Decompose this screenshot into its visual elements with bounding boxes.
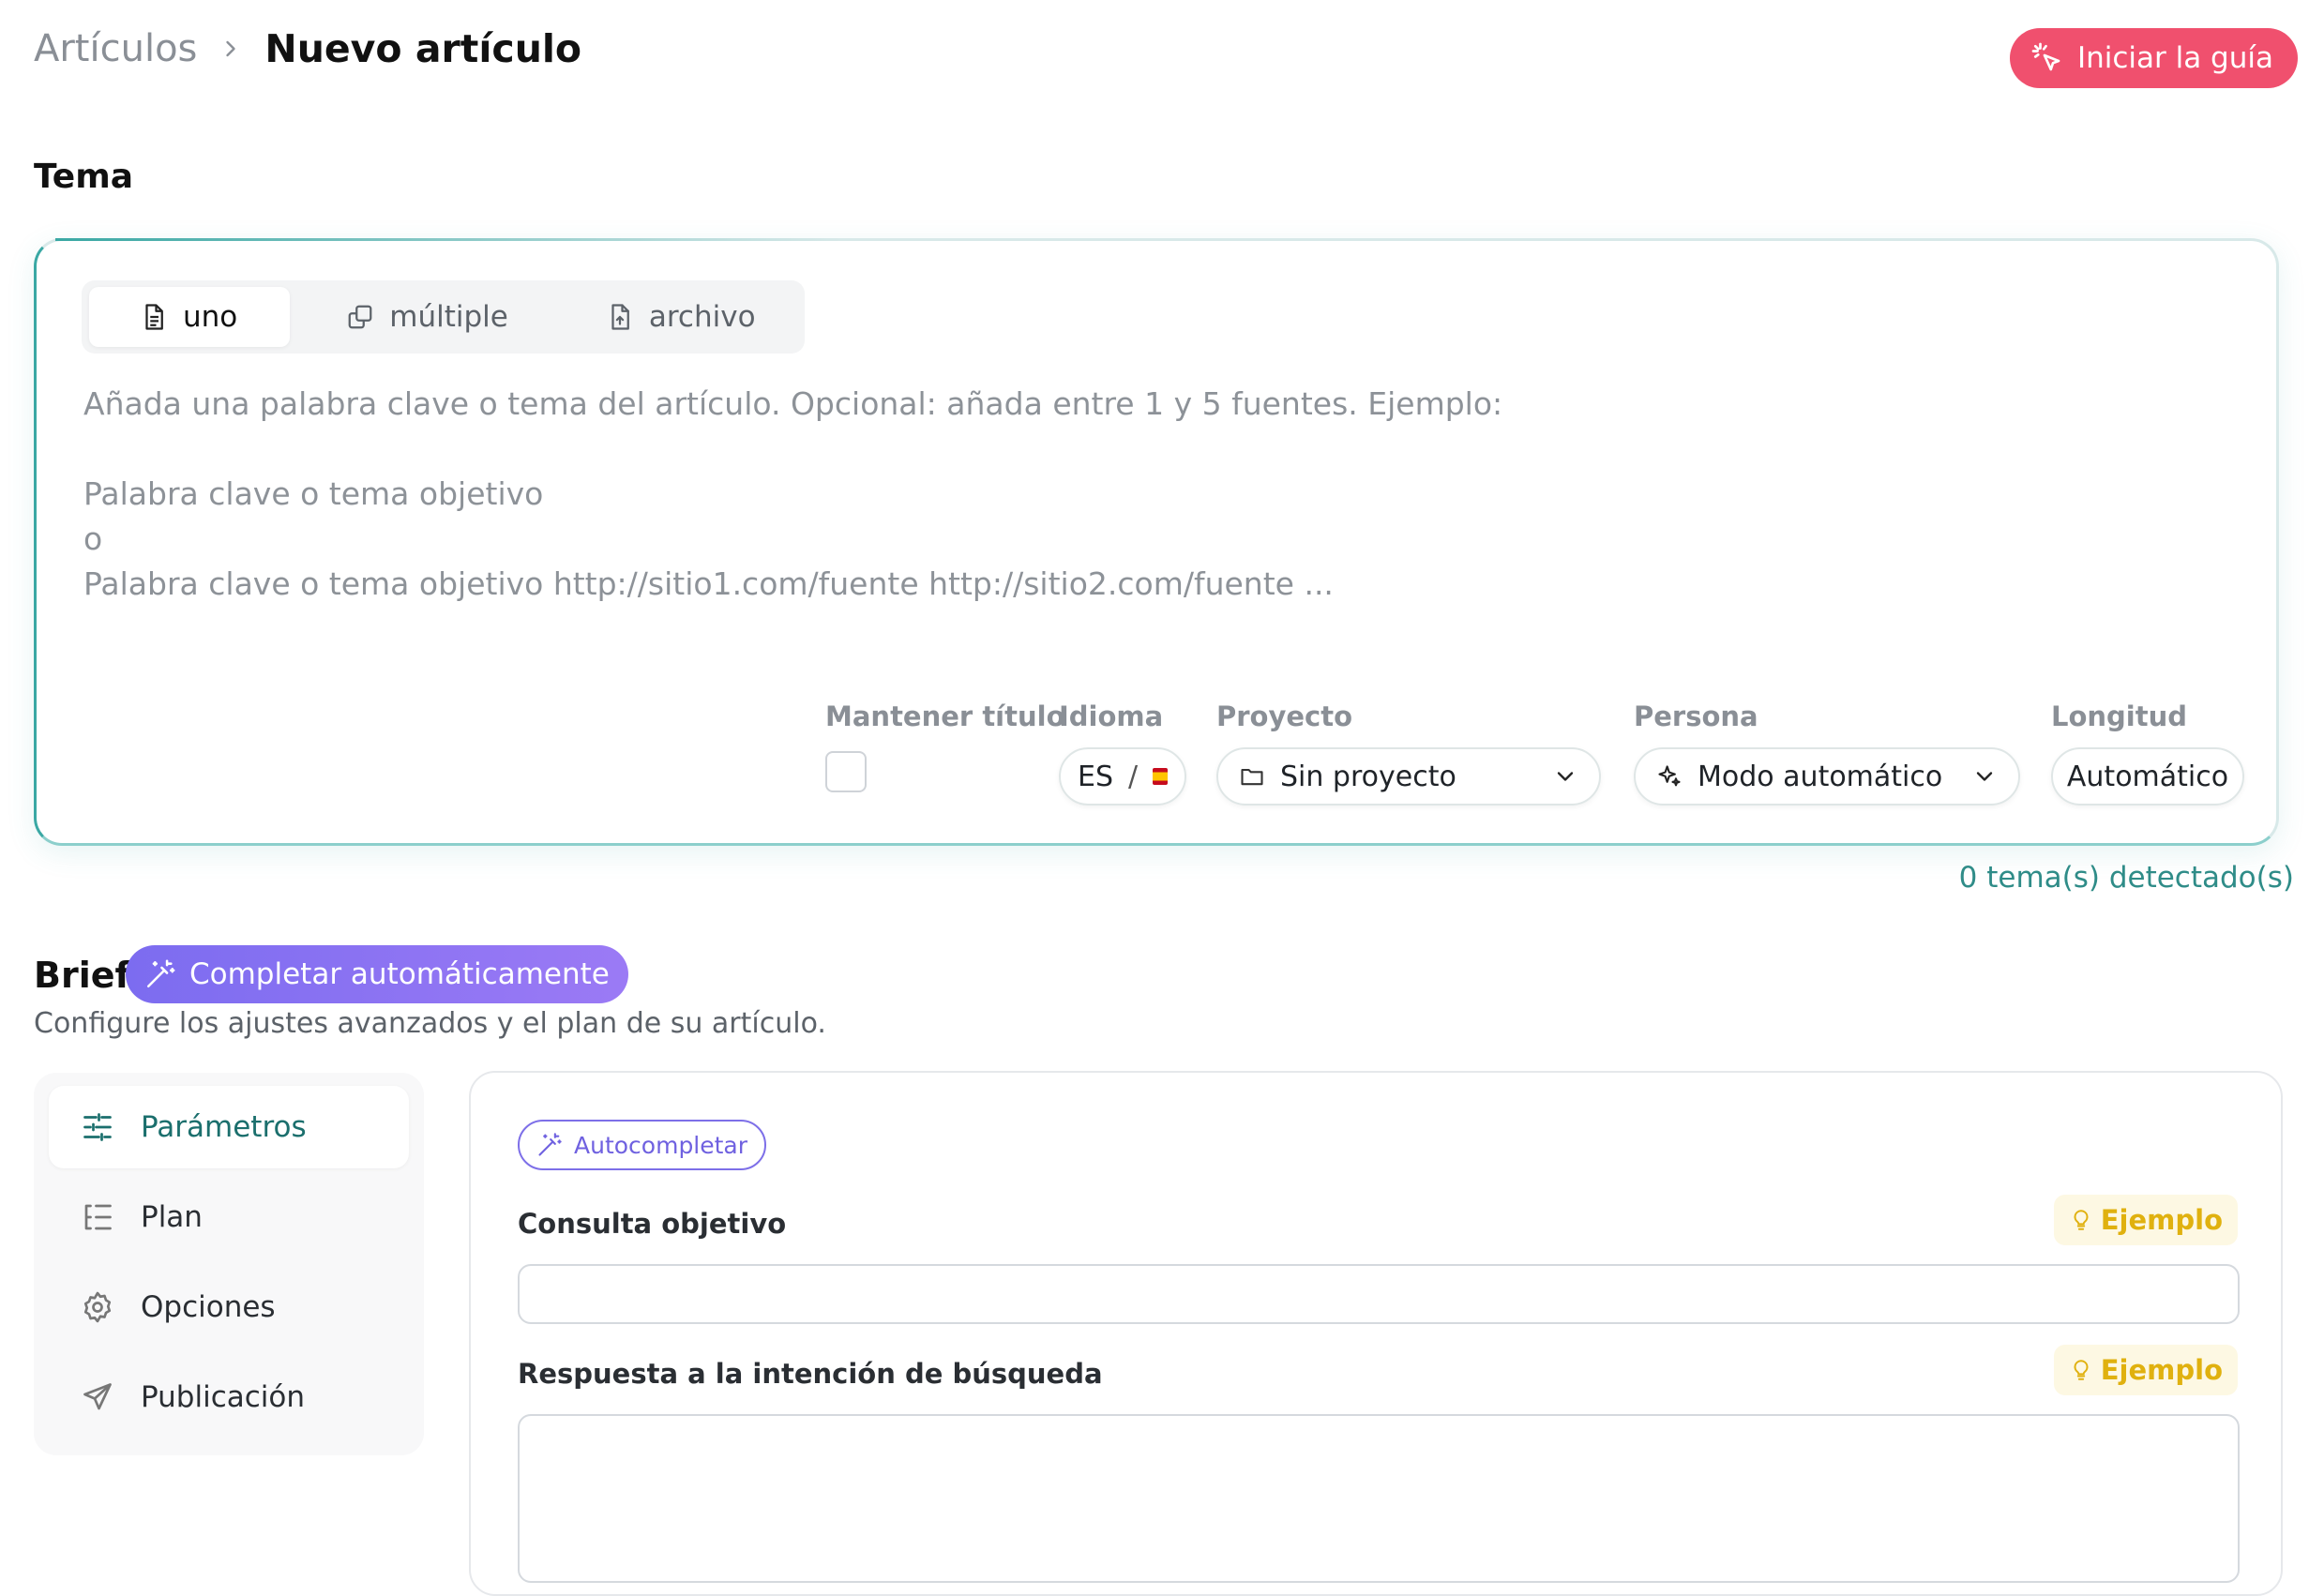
nav-item-opciones-label: Opciones — [141, 1290, 276, 1324]
language-label: Idioma — [1059, 700, 1164, 732]
language-separator: / — [1128, 760, 1139, 793]
page: Artículos Nuevo artículo Iniciar la guía… — [0, 0, 2309, 1596]
keep-title-label: Mantener título — [825, 700, 1065, 732]
persona-value: Modo automático — [1698, 760, 1943, 793]
copy-icon — [348, 305, 372, 329]
brief-subtitle: Configure los ajustes avanzados y el pla… — [34, 1007, 826, 1040]
gear-icon — [83, 1291, 112, 1323]
start-guide-label: Iniciar la guía — [2076, 41, 2273, 75]
nav-item-parametros[interactable]: Parámetros — [49, 1086, 409, 1168]
autocomplete-button[interactable]: Autocompletar — [518, 1120, 767, 1170]
target-query-example-label: Ejemplo — [2100, 1204, 2223, 1236]
cursor-click-icon — [2031, 42, 2060, 71]
nav-item-parametros-label: Parámetros — [141, 1110, 307, 1144]
page-title: Nuevo artículo — [264, 26, 582, 71]
language-code: ES — [1078, 760, 1113, 793]
nav-item-publicacion[interactable]: Publicación — [49, 1356, 409, 1438]
sliders-icon — [83, 1113, 112, 1141]
search-intent-example-label: Ejemplo — [2100, 1354, 2223, 1386]
length-select[interactable]: Automático — [2051, 747, 2244, 806]
file-upload-icon — [611, 304, 629, 330]
sparkles-icon — [1658, 765, 1681, 787]
search-intent-label: Respuesta a la intención de búsqueda — [518, 1358, 1103, 1390]
magic-wand-icon — [538, 1133, 562, 1156]
autocomplete-label: Autocompletar — [574, 1131, 748, 1159]
start-guide-button[interactable]: Iniciar la guía — [2009, 28, 2298, 88]
project-label: Proyecto — [1216, 700, 1353, 732]
project-select[interactable]: Sin proyecto — [1216, 747, 1601, 806]
language-select[interactable]: ES / — [1059, 747, 1186, 806]
nav-item-opciones[interactable]: Opciones — [49, 1266, 409, 1348]
autofill-label: Completar automáticamente — [189, 957, 610, 991]
target-query-input[interactable] — [518, 1264, 2240, 1324]
nav-item-publicacion-label: Publicación — [141, 1380, 306, 1414]
lightbulb-icon — [2074, 1360, 2089, 1380]
detected-topics-count: 0 tema(s) detectado(s) — [1958, 861, 2294, 895]
chevron-down-icon — [1557, 772, 1574, 781]
spain-flag-icon — [1153, 768, 1168, 785]
tab-uno[interactable]: uno — [89, 287, 291, 347]
search-intent-textarea[interactable] — [518, 1414, 2240, 1583]
magic-wand-icon — [146, 959, 175, 988]
tab-uno-label: uno — [183, 300, 238, 334]
lightbulb-icon — [2074, 1210, 2089, 1230]
tema-card: uno múltiple archivo Añada una palabra c… — [34, 238, 2279, 846]
persona-label: Persona — [1634, 700, 1758, 732]
autofill-button[interactable]: Completar automáticamente — [126, 945, 628, 1003]
chevron-down-icon — [1976, 772, 1993, 781]
chevron-right-icon — [226, 40, 236, 57]
breadcrumb: Artículos Nuevo artículo — [34, 26, 581, 71]
length-label: Longitud — [2051, 700, 2188, 732]
search-intent-example-button[interactable]: Ejemplo — [2053, 1345, 2238, 1395]
target-query-example-button[interactable]: Ejemplo — [2053, 1195, 2238, 1245]
nav-item-plan[interactable]: Plan — [49, 1176, 409, 1258]
tab-archivo-label: archivo — [648, 300, 756, 334]
breadcrumb-articles-link[interactable]: Artículos — [34, 27, 197, 70]
brief-heading: Brief — [34, 955, 131, 996]
tab-archivo[interactable]: archivo — [555, 287, 797, 347]
tab-multiple-label: múltiple — [389, 300, 508, 334]
keep-title-checkbox[interactable] — [825, 751, 867, 792]
brief-side-nav: Parámetros Plan Opciones Publicación — [34, 1073, 424, 1455]
send-icon — [83, 1383, 112, 1410]
outline-list-icon — [84, 1204, 112, 1230]
input-mode-tabs: uno múltiple archivo — [82, 280, 805, 354]
persona-select[interactable]: Modo automático — [1634, 747, 2020, 806]
project-value: Sin proyecto — [1280, 760, 1456, 793]
length-value: Automático — [2066, 760, 2229, 793]
folder-icon — [1241, 768, 1263, 786]
tab-multiple[interactable]: múltiple — [295, 287, 550, 347]
file-text-icon — [145, 304, 163, 330]
tema-heading: Tema — [34, 158, 133, 196]
nav-item-plan-label: Plan — [141, 1200, 203, 1234]
brief-form-card: Autocompletar Consulta objetivo Ejemplo … — [469, 1071, 2283, 1596]
target-query-label: Consulta objetivo — [518, 1208, 787, 1240]
topic-input[interactable]: Añada una palabra clave o tema del artíc… — [83, 382, 1502, 607]
